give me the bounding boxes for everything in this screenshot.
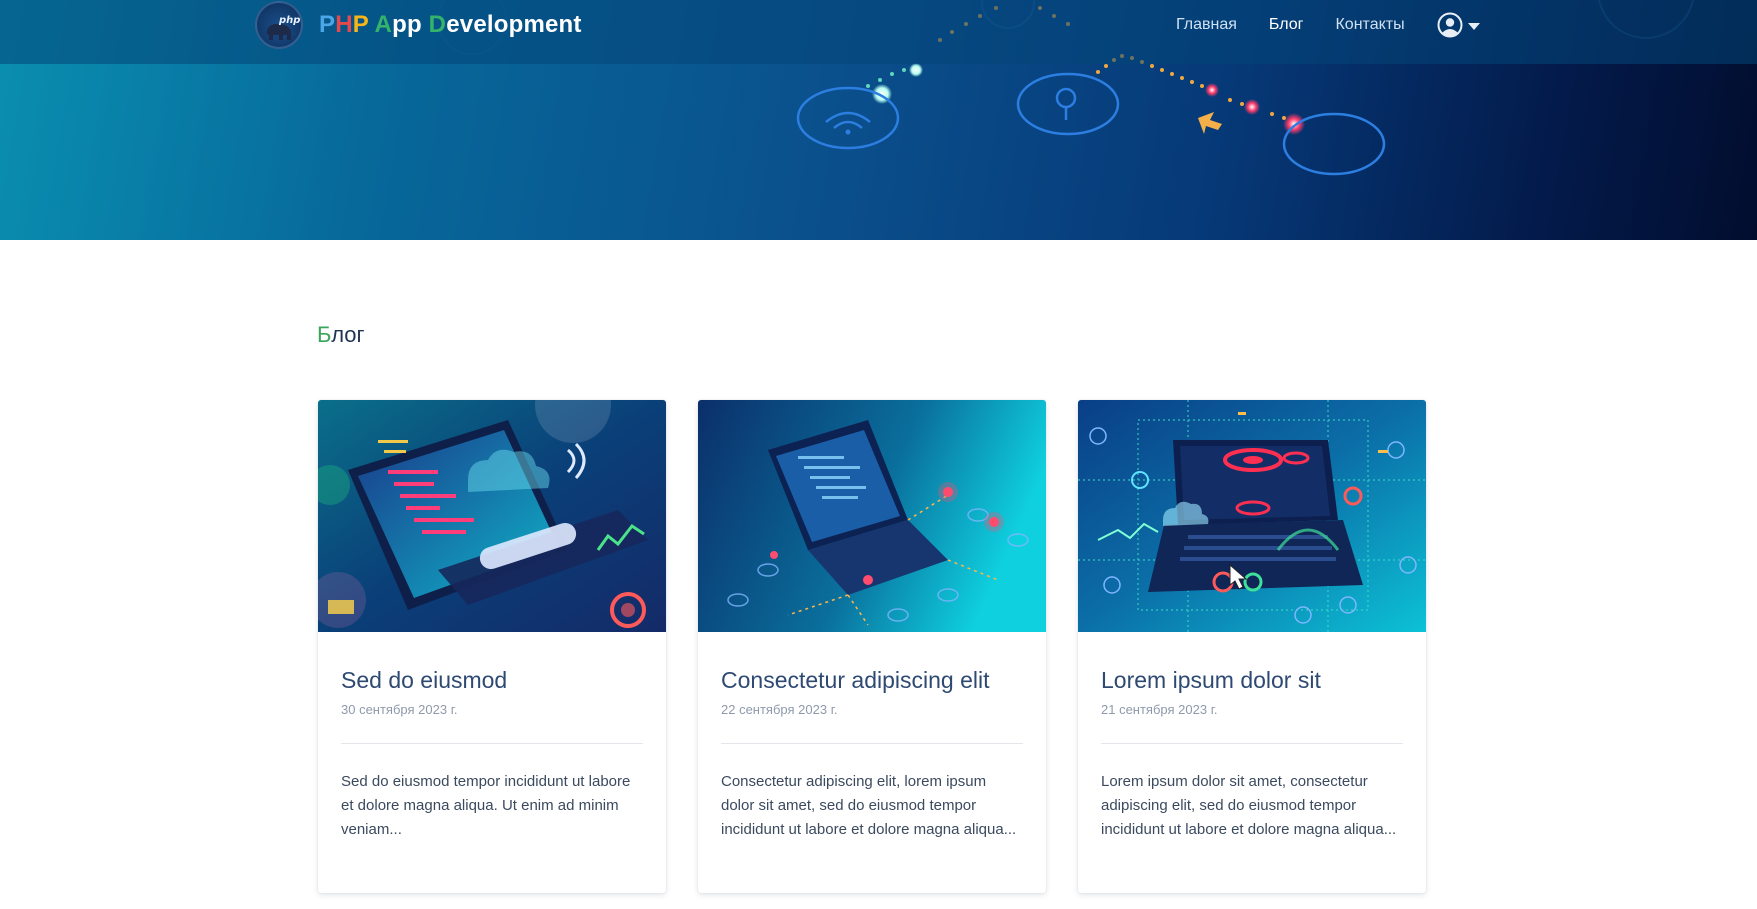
nav-link-blog[interactable]: Блог [1269, 16, 1304, 34]
blog-card-divider [721, 743, 1023, 744]
nav-link-contacts[interactable]: Контакты [1335, 16, 1404, 34]
blog-card-divider [1101, 743, 1403, 744]
laptop-circuit-illustration [1078, 400, 1426, 632]
blog-card-list: Sed do eiusmod 30 сентября 2023 г. Sed d… [318, 400, 1426, 894]
blog-card-image[interactable] [318, 400, 666, 632]
blog-card-divider [341, 743, 643, 744]
site-title-segment: A [374, 11, 393, 38]
nav-link-home[interactable]: Главная [1176, 16, 1237, 34]
laptop-cloud-illustration [318, 400, 666, 632]
blog-card-excerpt: Sed do eiusmod tempor incididunt ut labo… [341, 773, 631, 838]
blog-card-excerpt: Lorem ipsum dolor sit amet, consectetur … [1101, 773, 1397, 838]
caret-down-icon [1467, 23, 1480, 30]
blog-card-title[interactable]: Consectetur adipiscing elit [721, 665, 1023, 695]
blog-card-excerpt: Consectetur adipiscing elit, lorem ipsum… [721, 773, 1017, 838]
blog-card-date: 30 сентября 2023 г. [341, 702, 458, 717]
php-elephant-logo: php [255, 1, 303, 49]
site-title-segment: P [319, 11, 336, 38]
blog-card[interactable]: Consectetur adipiscing elit 22 сентября … [698, 400, 1046, 893]
blog-card-image[interactable] [698, 400, 1046, 632]
hero-banner: php PHP App Development Главная Блог Кон… [0, 0, 1757, 240]
blog-card-date: 21 сентября 2023 г. [1101, 702, 1218, 717]
site-title-segment: D [428, 11, 447, 38]
page-title: Блог [317, 322, 365, 348]
blog-card[interactable]: Sed do eiusmod 30 сентября 2023 г. Sed d… [318, 400, 666, 893]
site-title-segment: H [335, 11, 353, 38]
site-title-segment: P [352, 11, 369, 38]
site-title-segment: pp [392, 11, 429, 38]
page-title-rest: лог [331, 322, 365, 347]
blog-card[interactable]: Lorem ipsum dolor sit 21 сентября 2023 г… [1078, 400, 1426, 893]
blog-card-title[interactable]: Sed do eiusmod [341, 665, 643, 695]
blog-card-image[interactable] [1078, 400, 1426, 632]
user-menu-dropdown[interactable] [1437, 12, 1483, 38]
brand-home-link[interactable]: php PHP App Development [255, 1, 582, 49]
blog-card-title[interactable]: Lorem ipsum dolor sit [1101, 665, 1403, 695]
site-title: PHP App Development [319, 11, 582, 39]
top-navbar: php PHP App Development Главная Блог Кон… [0, 0, 1757, 64]
site-title-segment: evelopment [446, 11, 582, 38]
blog-card-date: 22 сентября 2023 г. [721, 702, 838, 717]
laptop-network-illustration [698, 400, 1046, 632]
page-title-first-letter: Б [317, 322, 332, 347]
main-nav: Главная Блог Контакты [1176, 12, 1483, 38]
logo-php-text: php [279, 15, 301, 26]
user-circle-icon [1437, 12, 1463, 38]
